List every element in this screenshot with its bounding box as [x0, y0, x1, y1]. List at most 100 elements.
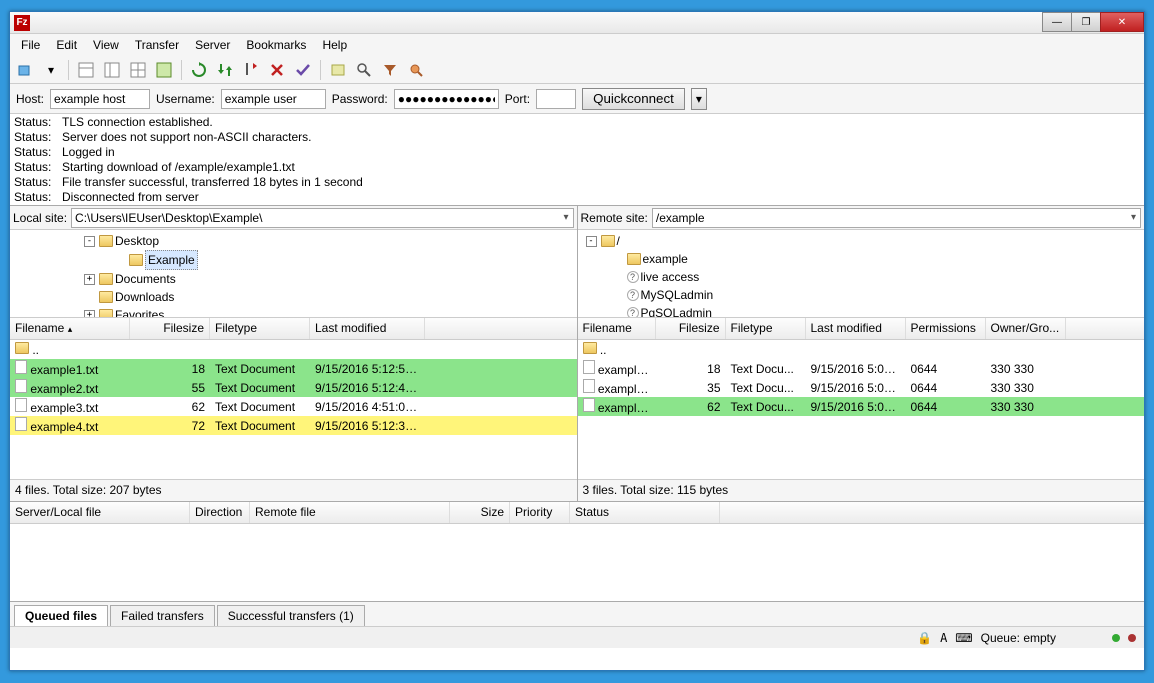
expander-icon[interactable]: - — [586, 236, 597, 247]
port-input[interactable] — [536, 89, 576, 109]
tree-node[interactable]: ? PgSQLadmin — [582, 304, 1141, 318]
find-icon[interactable] — [405, 59, 427, 81]
col-direction[interactable]: Direction — [190, 502, 250, 523]
col-status[interactable]: Status — [570, 502, 720, 523]
minimize-button[interactable]: — — [1042, 12, 1072, 32]
remote-path-combo[interactable]: /example — [652, 208, 1141, 228]
layout-explorer-icon[interactable] — [101, 59, 123, 81]
tree-node[interactable]: ? live access — [582, 268, 1141, 286]
file-row[interactable]: example2.txt55Text Document9/15/2016 5:1… — [10, 378, 577, 397]
local-path-combo[interactable]: C:\Users\IEUser\Desktop\Example\ — [71, 208, 573, 228]
col-lastmod[interactable]: Last modified — [310, 318, 425, 339]
delete-icon[interactable] — [266, 59, 288, 81]
cancel-icon[interactable] — [240, 59, 262, 81]
col-permissions[interactable]: Permissions — [906, 318, 986, 339]
toolbar-separator — [320, 60, 321, 80]
layout-classic-icon[interactable] — [75, 59, 97, 81]
tab-failed-transfers[interactable]: Failed transfers — [110, 605, 215, 626]
tree-node[interactable]: + Documents — [14, 270, 573, 288]
statusbar: 🔒 A ⌨ Queue: empty — [10, 626, 1144, 648]
queue-header[interactable]: Server/Local file Direction Remote file … — [10, 502, 1144, 524]
tree-node[interactable]: - Desktop — [14, 232, 573, 250]
file-row[interactable]: example...62Text Docu...9/15/2016 5:05:.… — [578, 397, 1145, 416]
menubar: File Edit View Transfer Server Bookmarks… — [10, 34, 1144, 56]
tree-node[interactable]: + Favorites — [14, 306, 573, 318]
col-priority[interactable]: Priority — [510, 502, 570, 523]
col-size[interactable]: Size — [450, 502, 510, 523]
file-row[interactable]: example3.txt62Text Document9/15/2016 4:5… — [10, 397, 577, 416]
username-label: Username: — [156, 92, 215, 106]
local-tree[interactable]: - Desktop Example+ Documents Downloads+ … — [10, 230, 577, 318]
tab-successful-transfers[interactable]: Successful transfers (1) — [217, 605, 365, 626]
process-queue-icon[interactable] — [214, 59, 236, 81]
folder-icon — [99, 273, 113, 285]
tree-node[interactable]: example — [582, 250, 1141, 268]
tree-node[interactable]: ? MySQLadmin — [582, 286, 1141, 304]
queue-body[interactable] — [10, 524, 1144, 601]
local-list-header[interactable]: Filename ▴ Filesize Filetype Last modifi… — [10, 318, 577, 340]
titlebar[interactable]: Fz — ❐ ✕ — [10, 12, 1144, 34]
col-owner[interactable]: Owner/Gro... — [986, 318, 1066, 339]
local-file-list[interactable]: .. example1.txt18Text Document9/15/2016 … — [10, 340, 577, 479]
file-permissions: 0644 — [906, 400, 986, 414]
refresh-icon[interactable] — [188, 59, 210, 81]
log-row: Status:File transfer successful, transfe… — [14, 175, 1140, 190]
up-directory[interactable]: .. — [10, 340, 577, 359]
menu-transfer[interactable]: Transfer — [128, 36, 186, 54]
close-button[interactable]: ✕ — [1100, 12, 1144, 32]
col-filename[interactable]: Filename ▴ — [10, 318, 130, 339]
server-info-icon[interactable] — [327, 59, 349, 81]
col-server-local[interactable]: Server/Local file — [10, 502, 190, 523]
up-directory[interactable]: .. — [578, 340, 1145, 359]
menu-file[interactable]: File — [14, 36, 47, 54]
col-filename[interactable]: Filename — [578, 318, 656, 339]
col-filesize[interactable]: Filesize — [130, 318, 210, 339]
unknown-icon: ? — [627, 307, 639, 318]
layout-wide-icon[interactable] — [127, 59, 149, 81]
menu-server[interactable]: Server — [188, 36, 237, 54]
username-input[interactable] — [221, 89, 326, 109]
approve-icon[interactable] — [292, 59, 314, 81]
menu-edit[interactable]: Edit — [49, 36, 84, 54]
expander-icon[interactable]: - — [84, 236, 95, 247]
filter-icon[interactable] — [379, 59, 401, 81]
remote-list-header[interactable]: Filename Filesize Filetype Last modified… — [578, 318, 1145, 340]
expander-icon[interactable]: + — [84, 310, 95, 319]
col-filetype[interactable]: Filetype — [210, 318, 310, 339]
tree-node[interactable]: Example — [14, 250, 573, 270]
remote-file-list[interactable]: .. example...18Text Docu...9/15/2016 5:0… — [578, 340, 1145, 479]
tree-node[interactable]: Downloads — [14, 288, 573, 306]
remote-tree[interactable]: - / example ? live access ? MySQLadmin ?… — [578, 230, 1145, 318]
host-input[interactable] — [50, 89, 150, 109]
file-modified: 9/15/2016 5:05:... — [806, 381, 906, 395]
menu-help[interactable]: Help — [315, 36, 354, 54]
col-filetype[interactable]: Filetype — [726, 318, 806, 339]
search-icon[interactable] — [353, 59, 375, 81]
quickconnect-history-dropdown[interactable]: ▾ — [691, 88, 707, 110]
menu-bookmarks[interactable]: Bookmarks — [239, 36, 313, 54]
file-name: example... — [578, 379, 656, 396]
file-row[interactable]: example4.txt72Text Document9/15/2016 5:1… — [10, 416, 577, 435]
message-log[interactable]: Status:TLS connection established.Status… — [10, 114, 1144, 206]
log-label: Status: — [14, 145, 54, 160]
site-manager-drop-icon[interactable]: ▾ — [40, 59, 62, 81]
remote-path-text: /example — [656, 211, 705, 225]
file-row[interactable]: example...18Text Docu...9/15/2016 5:05:.… — [578, 359, 1145, 378]
col-lastmod[interactable]: Last modified — [806, 318, 906, 339]
tab-queued-files[interactable]: Queued files — [14, 605, 108, 626]
file-icon — [583, 398, 595, 412]
expander-icon[interactable]: + — [84, 274, 95, 285]
file-row[interactable]: example...35Text Docu...9/15/2016 5:05:.… — [578, 378, 1145, 397]
quickconnect-button[interactable]: Quickconnect — [582, 88, 685, 110]
file-row[interactable]: example1.txt18Text Document9/15/2016 5:1… — [10, 359, 577, 378]
col-filesize[interactable]: Filesize — [656, 318, 726, 339]
site-manager-icon[interactable] — [14, 59, 36, 81]
maximize-button[interactable]: ❐ — [1071, 12, 1101, 32]
tree-node[interactable]: - / — [582, 232, 1141, 250]
menu-view[interactable]: View — [86, 36, 126, 54]
toggle-tree-icon[interactable] — [153, 59, 175, 81]
lock-icon[interactable]: 🔒 — [917, 631, 932, 645]
col-remote-file[interactable]: Remote file — [250, 502, 450, 523]
activity-dot-green — [1112, 634, 1120, 642]
password-input[interactable] — [394, 89, 499, 109]
